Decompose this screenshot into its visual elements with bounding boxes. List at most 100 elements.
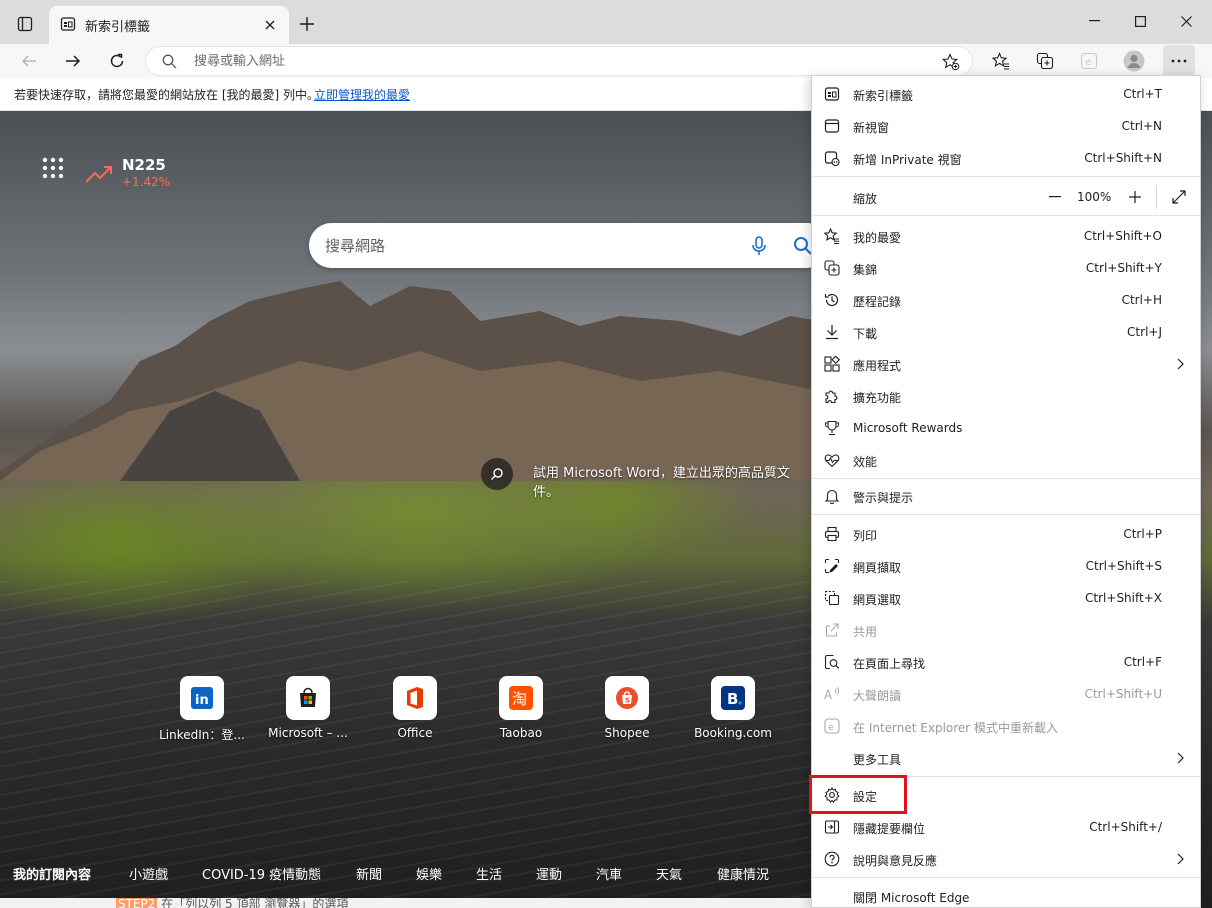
quick-link-microsoft-store[interactable]: Microsoft – ... [263,676,353,746]
menu-item-label: 效能 [853,455,878,469]
menu-item-more-tools[interactable]: 更多工具 [812,742,1200,774]
quick-link-linkedin[interactable]: in LinkedIn：登... [157,676,247,746]
feed-tab-my-feed[interactable]: 我的訂閱內容 [13,864,91,883]
menu-item-help[interactable]: 說明與意見反應 [812,843,1200,875]
menu-item-read-aloud[interactable]: A 大聲朗讀 Ctrl+Shift+U [812,678,1200,710]
address-bar[interactable] [145,46,973,76]
menu-item-label: 網頁擷取 [853,561,902,575]
feed-tab-news[interactable]: 新聞 [356,864,382,883]
menu-item-performance[interactable]: 效能 [812,444,1200,476]
window-icon [824,118,840,134]
active-tab[interactable]: 新索引標籤 [49,6,289,44]
menu-item-shortcut: Ctrl+P [1123,527,1162,541]
feed-tab-entertainment[interactable]: 娛樂 [416,864,442,883]
forward-button[interactable] [57,45,89,77]
menu-item-label: 網頁選取 [853,593,902,607]
refresh-button[interactable] [101,45,133,77]
settings-and-more-button[interactable] [1163,45,1195,77]
menu-item-history[interactable]: 歷程記錄 Ctrl+H [812,284,1200,316]
maximize-button[interactable] [1118,6,1162,36]
profile-button[interactable] [1118,45,1150,77]
menu-item-label: 縮放 [853,192,878,206]
back-button[interactable] [13,45,45,77]
image-info-promo[interactable]: 試用 Microsoft Word，建立出眾的高品質文件。 [481,458,811,504]
menu-item-web-capture[interactable]: 網頁擷取 Ctrl+Shift+S [812,550,1200,582]
svg-text:e: e [828,723,834,733]
address-input[interactable] [194,47,894,75]
fullscreen-icon [1172,190,1186,204]
voice-search-button[interactable] [747,234,771,258]
menu-item-print[interactable]: 列印 Ctrl+P [812,518,1200,550]
feed-tab-lifestyle[interactable]: 生活 [476,864,502,883]
menu-separator [812,215,1200,216]
stock-widget[interactable]: N225 +1.42% [84,156,204,192]
bell-icon [824,488,840,504]
feed-tab-health[interactable]: 健康情況 [717,864,769,883]
download-icon [824,324,840,340]
favorites-button[interactable] [985,45,1017,77]
feed-tab-weather[interactable]: 天氣 [656,864,682,883]
menu-item-favorites[interactable]: 我的最愛 Ctrl+Shift+O [812,220,1200,252]
web-search-box[interactable] [309,223,829,268]
minus-icon [1049,196,1061,198]
menu-item-shortcut: Ctrl+Shift+N [1084,151,1162,165]
menu-item-find-on-page[interactable]: 在頁面上尋找 Ctrl+F [812,646,1200,678]
new-tab-button[interactable] [293,10,321,38]
forward-arrow-icon [66,55,81,67]
fullscreen-button[interactable] [1169,187,1189,207]
collections-icon [824,260,840,276]
close-icon [1180,15,1192,27]
web-search-input[interactable] [325,223,725,268]
menu-item-downloads[interactable]: 下載 Ctrl+J [812,316,1200,348]
menu-item-new-tab[interactable]: 新索引標籤 Ctrl+T [812,78,1200,110]
menu-item-apps[interactable]: 應用程式 [812,348,1200,380]
menu-item-label: 共用 [853,625,878,639]
collections-button[interactable] [1029,45,1061,77]
menu-item-new-inprivate[interactable]: 新增 InPrivate 視窗 Ctrl+Shift+N [812,142,1200,174]
menu-item-share[interactable]: 共用 [812,614,1200,646]
feed-tab-sports[interactable]: 運動 [536,864,562,883]
menu-item-shortcut: Ctrl+Shift+X [1085,591,1162,605]
menu-item-extensions[interactable]: 擴充功能 [812,380,1200,412]
menu-item-new-window[interactable]: 新視窗 Ctrl+N [812,110,1200,142]
new-tab-icon [824,86,840,102]
ie-mode-button[interactable]: e [1073,45,1105,77]
zoom-in-button[interactable] [1124,186,1146,208]
quick-link-taobao[interactable]: 淘 Taobao [476,676,566,746]
step-text: 在「列以列 5 頂部 瀏覽器」的選項 [161,898,349,908]
zoom-out-button[interactable] [1044,186,1066,208]
menu-item-label: 說明與意見反應 [853,854,938,868]
app-launcher-icon[interactable] [40,155,66,181]
quick-link-shopee[interactable]: S Shopee [582,676,672,746]
heartbeat-icon [824,452,840,468]
menu-item-hide-sidebar[interactable]: 隱藏提要欄位 Ctrl+Shift+/ [812,811,1200,843]
menu-item-shortcut: Ctrl+N [1121,119,1162,133]
menu-item-shortcut: Ctrl+F [1123,655,1162,669]
taobao-icon: 淘 [499,676,543,720]
menu-item-label: 關閉 Microsoft Edge [853,891,970,905]
tab-actions-button[interactable] [8,10,42,38]
menu-separator [812,478,1200,479]
feed-tab-covid[interactable]: COVID-19 疫情動態 [202,864,321,883]
feed-tab-autos[interactable]: 汽車 [596,864,622,883]
minimize-button[interactable] [1072,6,1116,36]
menu-item-shortcut: Ctrl+Shift+Y [1085,261,1162,275]
tab-title: 新索引標籤 [85,20,151,35]
back-arrow-icon [21,55,36,67]
quick-link-booking[interactable]: B Booking.com [688,676,778,746]
menu-item-label: 歷程記錄 [853,295,902,309]
menu-item-alerts[interactable]: 警示與提示 [812,480,1200,512]
menu-item-web-select[interactable]: 網頁選取 Ctrl+Shift+X [812,582,1200,614]
menu-item-ie-mode[interactable]: e 在 Internet Explorer 模式中重新載入 [812,710,1200,742]
close-tab-button[interactable] [261,16,279,34]
menu-item-rewards[interactable]: Microsoft Rewards [812,412,1200,444]
quick-link-office[interactable]: Office [370,676,460,746]
add-favorite-button[interactable] [940,51,962,73]
feed-tab-games[interactable]: 小遊戲 [129,864,168,883]
close-window-button[interactable] [1164,6,1208,36]
menu-item-label: 列印 [853,529,878,543]
menu-item-collections[interactable]: 集錦 Ctrl+Shift+Y [812,252,1200,284]
menu-item-close-edge[interactable]: 關閉 Microsoft Edge [812,880,1200,907]
svg-text:S: S [625,697,630,705]
manage-favorites-link[interactable]: 立即管理我的最愛 [314,86,410,103]
